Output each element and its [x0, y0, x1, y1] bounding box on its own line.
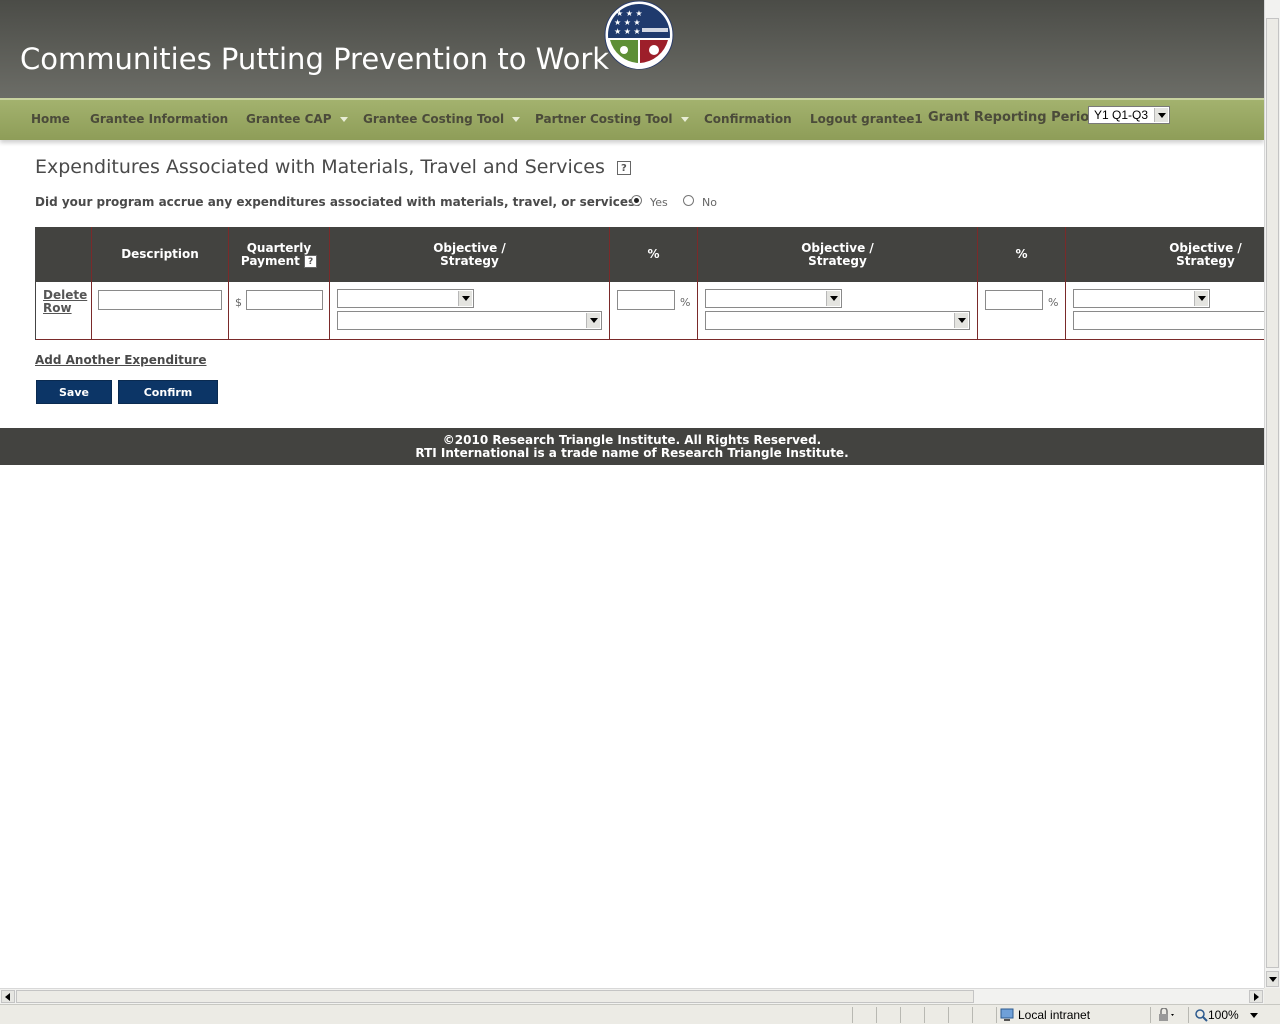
table-header-row: Description Quarterly Payment ? Objective… [36, 227, 1265, 282]
scrollbar-corner [1264, 988, 1280, 1004]
chevron-down-icon[interactable] [1250, 1013, 1258, 1018]
security-zone-label: Local intranet [1018, 1008, 1091, 1022]
grant-period-select[interactable]: Y1 Q1-Q3 [1088, 106, 1170, 124]
scroll-left-arrow-icon[interactable] [1, 990, 15, 1003]
yes-radio-label: Yes [650, 196, 668, 209]
expenditures-table: Description Quarterly Payment ? Objective… [35, 227, 1265, 340]
svg-text:★ ★ ★: ★ ★ ★ [616, 9, 643, 18]
add-expenditure-link[interactable]: Add Another Expenditure [35, 353, 206, 367]
globe-network-icon [1000, 1008, 1014, 1021]
scroll-right-arrow-icon[interactable] [1249, 990, 1263, 1003]
header-objective-strategy-3: Objective / Strategy [1066, 227, 1265, 282]
caret-down-icon [512, 117, 521, 122]
help-icon[interactable]: ? [616, 160, 631, 175]
header-objective-strategy-1: Objective / Strategy [330, 227, 610, 282]
help-icon[interactable]: ? [304, 254, 318, 268]
no-radio[interactable] [683, 195, 694, 206]
objective-cell-2 [698, 282, 978, 339]
main-nav: Home Grantee Information Grantee CAP Gra… [0, 98, 1264, 140]
page-title: Expenditures Associated with Materials, … [35, 156, 631, 178]
table-row: Delete Row $ % % [36, 282, 1265, 340]
objective-select-1[interactable] [337, 289, 474, 308]
page-footer: ©2010 Research Triangle Institute. All R… [0, 428, 1264, 465]
save-button[interactable]: Save [36, 380, 112, 404]
strategy-select-1[interactable] [337, 311, 602, 330]
chevron-down-icon[interactable] [586, 313, 600, 328]
delete-row-link[interactable]: Delete Row [43, 289, 87, 315]
header-percent-2: % [978, 227, 1066, 282]
svg-text:★ ★ ★: ★ ★ ★ [614, 27, 641, 36]
header-percent-1: % [610, 227, 698, 282]
description-input[interactable] [98, 290, 222, 310]
header-blank [36, 227, 92, 282]
percent-sign: % [1048, 296, 1059, 309]
vertical-scroll-thumb[interactable] [1266, 18, 1279, 968]
horizontal-scrollbar[interactable] [0, 988, 1264, 1004]
objective-select-3[interactable] [1073, 289, 1210, 308]
nav-item-home[interactable]: Home [31, 112, 70, 126]
confirm-button[interactable]: Confirm [118, 380, 218, 404]
site-title: Communities Putting Prevention to Work [20, 42, 610, 76]
horizontal-scroll-thumb[interactable] [16, 990, 974, 1003]
delete-cell: Delete Row [36, 282, 92, 339]
percent-cell-2: % [978, 282, 1066, 339]
chevron-down-icon[interactable] [1154, 108, 1168, 122]
browser-status-bar: Local intranet 100% [0, 1004, 1280, 1024]
quarterly-payment-input[interactable] [246, 290, 323, 310]
no-radio-label: No [702, 196, 717, 209]
header-objective-strategy-2: Objective / Strategy [698, 227, 978, 282]
header-description: Description [92, 227, 229, 282]
header-quarterly-payment: Quarterly Payment ? [229, 227, 330, 282]
zoom-level[interactable]: 100% [1208, 1008, 1239, 1022]
description-cell [92, 282, 229, 339]
nav-item-grantee-information[interactable]: Grantee Information [90, 112, 228, 126]
chevron-down-icon[interactable] [1194, 291, 1208, 306]
nav-item-logout[interactable]: Logout grantee1 [810, 112, 923, 126]
footer-trade-name: RTI International is a trade name of Res… [415, 446, 849, 460]
currency-symbol: $ [235, 296, 242, 309]
strategy-select-3[interactable] [1073, 311, 1265, 330]
grant-period-label: Grant Reporting Period: [928, 110, 1104, 125]
zoom-icon[interactable] [1194, 1008, 1208, 1022]
percent-cell-1: % [610, 282, 698, 339]
expenditure-question: Did your program accrue any expenditures… [35, 195, 643, 209]
percent-sign: % [680, 296, 691, 309]
grant-period-value: Y1 Q1-Q3 [1094, 108, 1149, 122]
objective-select-2[interactable] [705, 289, 842, 308]
caret-down-icon [339, 117, 348, 122]
chevron-down-icon[interactable] [954, 313, 968, 328]
site-header: Communities Putting Prevention to Work ★… [0, 0, 1264, 98]
vertical-scrollbar[interactable] [1264, 0, 1280, 988]
nav-item-grantee-costing-tool[interactable]: Grantee Costing Tool [363, 112, 521, 126]
recovery-seal-logo: ★ ★ ★ ★ ★ ★ ★ ★ ★ [604, 0, 674, 70]
nav-item-confirmation[interactable]: Confirmation [704, 112, 792, 126]
chevron-down-icon[interactable] [826, 291, 840, 306]
caret-down-icon [680, 117, 689, 122]
objective-cell-3 [1066, 282, 1265, 339]
yes-radio[interactable] [631, 195, 642, 206]
percent-input-1[interactable] [617, 290, 675, 310]
scroll-down-arrow-icon[interactable] [1266, 971, 1279, 987]
svg-text:★ ★ ★: ★ ★ ★ [614, 18, 641, 27]
objective-cell-1 [330, 282, 610, 339]
chevron-down-icon[interactable] [458, 291, 472, 306]
strategy-select-2[interactable] [705, 311, 970, 330]
nav-item-partner-costing-tool[interactable]: Partner Costing Tool [535, 112, 689, 126]
protected-mode-icon[interactable] [1156, 1008, 1176, 1022]
nav-item-grantee-cap[interactable]: Grantee CAP [246, 112, 348, 126]
payment-cell: $ [229, 282, 330, 339]
percent-input-2[interactable] [985, 290, 1043, 310]
